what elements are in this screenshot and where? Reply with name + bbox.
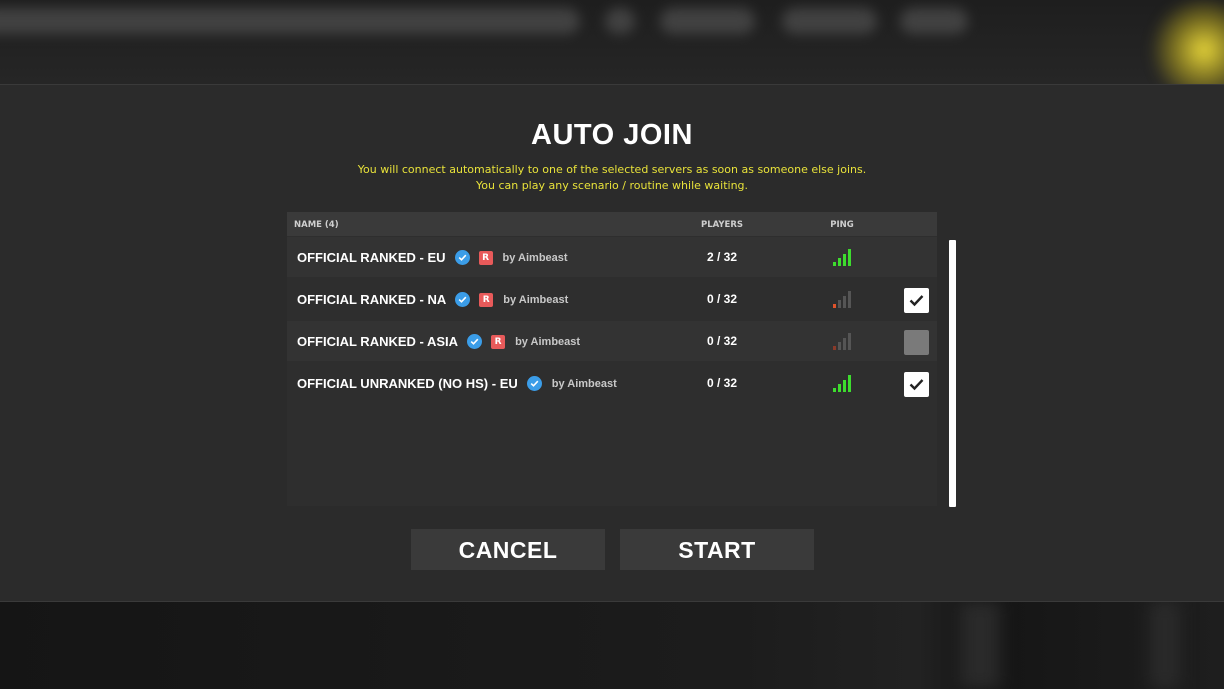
server-name: OFFICIAL UNRANKED (NO HS) - EU <box>297 376 518 391</box>
checkmark-icon <box>909 295 924 307</box>
server-name-cell: OFFICIAL UNRANKED (NO HS) - EU by Aimbeas… <box>297 376 617 391</box>
ping-signal-icon <box>833 330 855 350</box>
server-select-checkbox[interactable] <box>904 372 929 397</box>
scrollbar-thumb[interactable] <box>949 240 956 507</box>
ping-bar <box>833 346 836 350</box>
ping-bar <box>833 304 836 308</box>
server-name: OFFICIAL RANKED - EU <box>297 250 446 265</box>
ping-bar <box>838 342 841 350</box>
player-count: 0 / 32 <box>706 376 738 390</box>
checkmark-icon <box>909 379 924 391</box>
ping-bar <box>843 338 846 350</box>
ping-signal-icon <box>833 288 855 308</box>
ping-bar <box>838 258 841 266</box>
player-count: 0 / 32 <box>706 292 738 306</box>
ping-bar <box>838 300 841 308</box>
cancel-button[interactable]: CANCEL <box>411 529 605 570</box>
background-glow <box>1144 0 1224 84</box>
verified-icon <box>454 250 470 265</box>
ranked-badge-icon: R <box>478 250 493 265</box>
server-owner: by Aimbeast <box>502 251 568 264</box>
server-list-header: NAME (4) PLAYERS PING <box>287 212 937 236</box>
ping-bar <box>833 262 836 266</box>
background-top <box>0 0 1224 84</box>
server-owner: by Aimbeast <box>515 335 581 348</box>
column-header-players[interactable]: PLAYERS <box>687 220 757 230</box>
server-name-cell: OFFICIAL RANKED - EU Rby Aimbeast <box>297 250 568 265</box>
ranked-badge-icon: R <box>479 292 494 307</box>
background-stripe <box>1150 601 1180 689</box>
ping-bar <box>833 388 836 392</box>
server-name-cell: OFFICIAL RANKED - NA Rby Aimbeast <box>297 292 568 307</box>
dialog-subtitle-line1: You will connect automatically to one of… <box>357 163 867 176</box>
ranked-badge-icon: R <box>491 334 506 349</box>
ping-bar <box>848 333 851 350</box>
ping-bar <box>848 249 851 266</box>
ping-bar <box>838 384 841 392</box>
server-owner: by Aimbeast <box>551 377 617 390</box>
server-name: OFFICIAL RANKED - ASIA <box>297 334 459 349</box>
dialog-title: AUTO JOIN <box>531 119 693 151</box>
blurred-bar <box>900 8 968 34</box>
server-name-cell: OFFICIAL RANKED - ASIA Rby Aimbeast <box>297 334 580 349</box>
dialog-subtitle-line2: You can play any scenario / routine whil… <box>475 179 749 192</box>
server-select-checkbox[interactable] <box>904 288 929 313</box>
background-bottom <box>0 601 1224 689</box>
auto-join-dialog: AUTO JOIN You will connect automatically… <box>0 84 1224 602</box>
server-owner: by Aimbeast <box>503 293 569 306</box>
server-list: NAME (4) PLAYERS PING OFFICIAL RANKED - … <box>287 212 937 506</box>
blurred-bar <box>660 8 755 34</box>
server-name: OFFICIAL RANKED - NA <box>297 292 447 307</box>
blurred-bar <box>782 8 877 34</box>
blurred-bar <box>0 8 580 34</box>
verified-icon <box>467 334 483 349</box>
ping-bar <box>848 291 851 308</box>
server-row[interactable]: OFFICIAL RANKED - ASIA Rby Aimbeast 0 / 32 <box>287 321 937 361</box>
ping-bar <box>843 296 846 308</box>
server-row[interactable]: OFFICIAL RANKED - NA Rby Aimbeast 0 / 32 <box>287 279 937 319</box>
blurred-bar <box>605 8 635 34</box>
server-row[interactable]: OFFICIAL UNRANKED (NO HS) - EU by Aimbeas… <box>287 363 937 403</box>
ping-signal-icon <box>833 372 855 392</box>
player-count: 2 / 32 <box>706 250 738 264</box>
background-stripe <box>960 601 1000 689</box>
column-header-ping[interactable]: PING <box>817 220 867 230</box>
ping-bar <box>843 380 846 392</box>
server-row[interactable]: OFFICIAL RANKED - EU Rby Aimbeast 2 / 32 <box>287 237 937 277</box>
column-header-name[interactable]: NAME (4) <box>294 220 339 230</box>
ping-bar <box>848 375 851 392</box>
start-button[interactable]: START <box>620 529 814 570</box>
ping-signal-icon <box>833 246 855 266</box>
verified-icon <box>526 376 542 391</box>
verified-icon <box>455 292 471 307</box>
server-select-checkbox[interactable] <box>904 330 929 355</box>
player-count: 0 / 32 <box>706 334 738 348</box>
ping-bar <box>843 254 846 266</box>
